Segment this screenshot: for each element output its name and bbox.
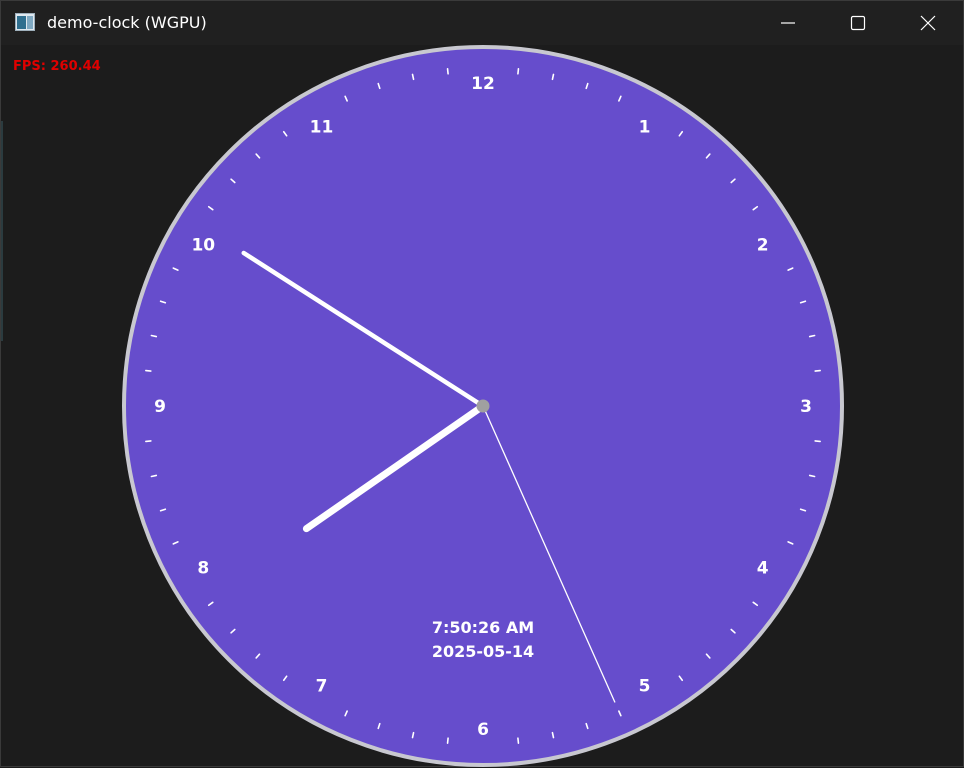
minute-tick (145, 369, 152, 372)
app-window: demo-clock (WGPU) 12 1 2 3 4 5 6 7 8 9 10 11 7:50:2… (0, 0, 964, 767)
hour-numeral: 12 (471, 74, 495, 94)
hour-numeral: 10 (191, 236, 215, 256)
minute-tick (551, 73, 555, 81)
hour-numeral: 6 (477, 720, 489, 740)
minute-tick (517, 68, 520, 75)
digital-time: 7:50:26 AM (432, 618, 534, 637)
hour-numeral: 2 (757, 236, 769, 256)
hour-numeral: 1 (639, 117, 651, 137)
minute-tick (808, 474, 816, 478)
minute-tick (446, 737, 449, 744)
minute-tick (551, 731, 555, 739)
hour-numeral: 11 (310, 117, 334, 137)
minute-tick (814, 440, 821, 443)
minute-tick (411, 73, 415, 81)
minute-tick (411, 731, 415, 739)
hour-numeral: 4 (757, 559, 769, 579)
minute-tick (446, 68, 449, 75)
minute-tick (814, 369, 821, 372)
analog-clock: 121234567891011 7:50:26 AM 2025-05-14 (122, 45, 844, 767)
minute-tick (808, 334, 816, 338)
center-cap (476, 399, 490, 413)
digital-date: 2025-05-14 (432, 642, 534, 661)
fps-counter: FPS: 260.44 (13, 59, 101, 74)
minute-tick (150, 334, 158, 338)
minute-tick (517, 737, 520, 744)
hour-numeral: 8 (197, 559, 209, 579)
minute-tick (145, 440, 152, 443)
hour-numeral: 3 (800, 397, 812, 417)
hour-numeral: 7 (316, 677, 328, 697)
hour-numeral: 5 (639, 677, 651, 697)
hour-numeral: 9 (154, 397, 166, 417)
minute-tick (150, 474, 158, 478)
